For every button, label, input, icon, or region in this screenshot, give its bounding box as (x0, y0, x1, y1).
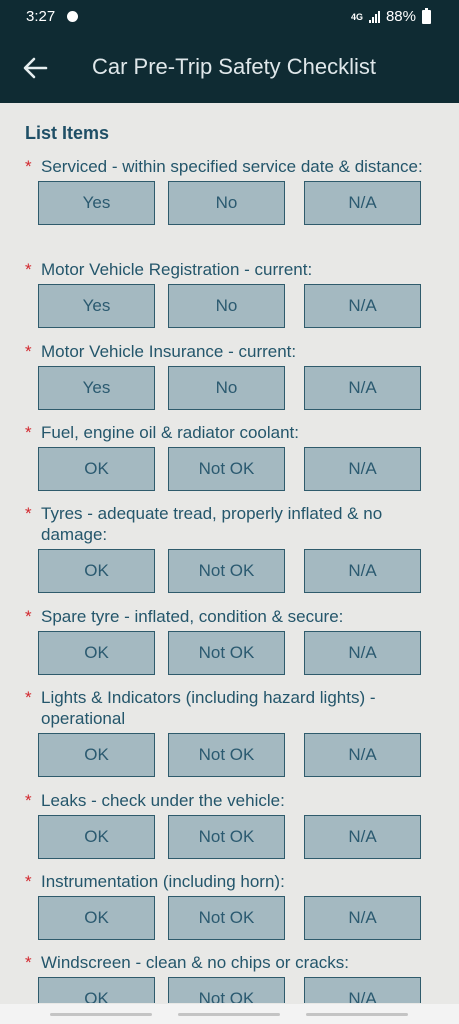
option-group: OK Not OK N/A (38, 631, 435, 675)
required-marker: * (25, 342, 32, 361)
option-group: OK Not OK N/A (38, 447, 435, 491)
option-button-na[interactable]: N/A (304, 733, 421, 777)
checklist-item-insurance: * Motor Vehicle Insurance - current: Yes… (25, 341, 435, 410)
item-label: * Serviced - within specified service da… (25, 157, 423, 176)
app-bar: Car Pre-Trip Safety Checklist (0, 32, 459, 103)
checklist-item-tyres: * Tyres - adequate tread, properly infla… (25, 503, 435, 593)
checklist-item-lights: * Lights & Indicators (including hazard … (25, 687, 435, 777)
back-button[interactable] (16, 48, 56, 88)
nav-home-handle[interactable] (178, 1013, 280, 1016)
item-label: * Motor Vehicle Registration - current: (25, 260, 313, 279)
option-button-not-ok[interactable]: Not OK (168, 977, 285, 1003)
option-group: OK Not OK N/A (38, 733, 435, 777)
option-button-no[interactable]: No (168, 284, 285, 328)
option-group: Yes No N/A (38, 181, 435, 225)
item-label: * Windscreen - clean & no chips or crack… (25, 953, 350, 972)
required-marker: * (25, 423, 32, 442)
signal-icon (368, 10, 380, 23)
option-button-na[interactable]: N/A (304, 366, 421, 410)
option-button-ok[interactable]: OK (38, 447, 155, 491)
option-group: Yes No N/A (38, 284, 435, 328)
checklist-item-spare-tyre: * Spare tyre - inflated, condition & sec… (25, 606, 435, 675)
option-button-na[interactable]: N/A (304, 284, 421, 328)
section-title: List Items (25, 123, 110, 143)
option-button-not-ok[interactable]: Not OK (168, 447, 285, 491)
required-marker: * (25, 688, 32, 707)
nav-recents-handle[interactable] (50, 1013, 152, 1016)
option-button-not-ok[interactable]: Not OK (168, 733, 285, 777)
item-label: * Fuel, engine oil & radiator coolant: (25, 423, 299, 442)
item-label: * Motor Vehicle Insurance - current: (25, 342, 297, 361)
option-button-na[interactable]: N/A (304, 549, 421, 593)
page-title: Car Pre-Trip Safety Checklist (92, 54, 377, 79)
option-button-na[interactable]: N/A (304, 815, 421, 859)
option-button-no[interactable]: No (168, 366, 285, 410)
option-button-yes[interactable]: Yes (38, 284, 155, 328)
system-navigation-bar (0, 1004, 459, 1024)
option-group: OK Not OK N/A (38, 896, 435, 940)
option-button-ok[interactable]: OK (38, 815, 155, 859)
required-marker: * (25, 872, 32, 891)
item-label: * Leaks - check under the vehicle: (25, 791, 285, 810)
option-button-na[interactable]: N/A (304, 181, 421, 225)
option-button-not-ok[interactable]: Not OK (168, 549, 285, 593)
option-button-na[interactable]: N/A (304, 977, 421, 1003)
option-button-no[interactable]: No (168, 181, 285, 225)
option-button-ok[interactable]: OK (38, 549, 155, 593)
battery-percent: 88% (385, 8, 416, 25)
option-button-yes[interactable]: Yes (38, 181, 155, 225)
status-bar: 3:27 4G 88% (0, 0, 459, 32)
network-type-icon: 4G (350, 11, 363, 22)
option-button-not-ok[interactable]: Not OK (168, 631, 285, 675)
item-label: * Lights & Indicators (including hazard … (25, 688, 376, 728)
option-button-ok[interactable]: OK (38, 631, 155, 675)
back-arrow-icon (23, 57, 48, 79)
option-button-na[interactable]: N/A (304, 447, 421, 491)
option-button-ok[interactable]: OK (38, 733, 155, 777)
option-button-not-ok[interactable]: Not OK (168, 815, 285, 859)
required-marker: * (25, 260, 32, 279)
nav-back-handle[interactable] (306, 1013, 408, 1016)
required-marker: * (25, 504, 32, 523)
checklist-item-fuel: * Fuel, engine oil & radiator coolant: O… (25, 422, 435, 491)
checklist-item-leaks: * Leaks - check under the vehicle: OK No… (25, 790, 435, 859)
notification-icon (67, 11, 78, 22)
checklist-item-serviced: * Serviced - within specified service da… (25, 156, 435, 225)
option-button-yes[interactable]: Yes (38, 366, 155, 410)
required-marker: * (25, 607, 32, 626)
status-time: 3:27 (26, 8, 56, 25)
required-marker: * (25, 953, 32, 972)
battery-icon (422, 7, 431, 24)
checklist-content[interactable]: List Items * Serviced - within specified… (0, 103, 459, 1003)
option-button-na[interactable]: N/A (304, 896, 421, 940)
item-label: * Spare tyre - inflated, condition & sec… (25, 607, 344, 626)
checklist-item-instrumentation: * Instrumentation (including horn): OK N… (25, 871, 435, 940)
required-marker: * (25, 157, 32, 176)
required-marker: * (25, 791, 32, 810)
status-indicators: 4G 88% (350, 7, 431, 25)
checklist-item-windscreen: * Windscreen - clean & no chips or crack… (25, 952, 435, 1003)
item-label: * Tyres - adequate tread, properly infla… (25, 504, 383, 544)
option-group: Yes No N/A (38, 366, 435, 410)
option-button-ok[interactable]: OK (38, 896, 155, 940)
option-group: OK Not OK N/A (38, 815, 435, 859)
option-group: OK Not OK N/A (38, 549, 435, 593)
option-button-na[interactable]: N/A (304, 631, 421, 675)
item-label: * Instrumentation (including horn): (25, 872, 285, 891)
checklist-item-registration: * Motor Vehicle Registration - current: … (25, 259, 435, 328)
option-group: OK Not OK N/A (38, 977, 435, 1003)
option-button-not-ok[interactable]: Not OK (168, 896, 285, 940)
option-button-ok[interactable]: OK (38, 977, 155, 1003)
